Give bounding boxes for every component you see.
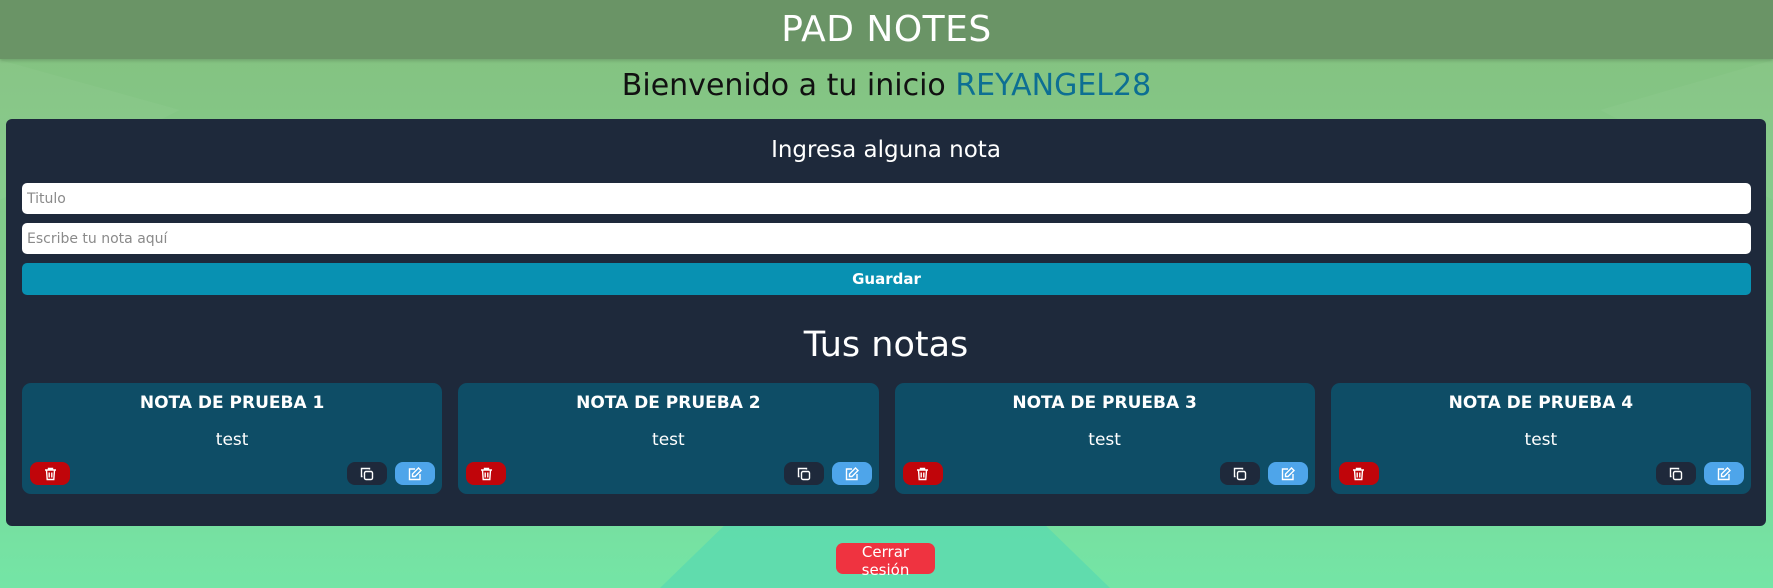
trash-icon: [1353, 467, 1365, 480]
copy-button[interactable]: [1656, 462, 1696, 485]
title-input[interactable]: [22, 183, 1751, 214]
edit-icon: [1717, 466, 1731, 480]
note-title: NOTA DE PRUEBA 2: [576, 393, 761, 413]
note-input[interactable]: [22, 223, 1751, 254]
edit-button[interactable]: [395, 462, 436, 485]
delete-button[interactable]: [466, 462, 507, 485]
copy-button[interactable]: [783, 462, 824, 485]
note-card: NOTA DE PRUEBA 4 test: [1330, 383, 1751, 494]
note-body: test: [1524, 430, 1558, 450]
edit-button[interactable]: [1267, 462, 1308, 485]
copy-button[interactable]: [1219, 462, 1260, 485]
note-card: NOTA DE PRUEBA 2 test: [458, 383, 879, 494]
notes-panel: Ingresa alguna nota Guardar Tus notas NO…: [6, 119, 1766, 526]
form-heading: Ingresa alguna nota: [771, 137, 1001, 163]
logout-button[interactable]: Cerrar sesión: [836, 543, 935, 579]
app-title: PAD NOTES: [781, 9, 992, 50]
edit-icon: [845, 466, 859, 480]
delete-button[interactable]: [1338, 462, 1379, 485]
note-body: test: [215, 430, 249, 450]
note-body: test: [1088, 430, 1121, 450]
welcome-text: Bienvenido a tu inicio: [621, 68, 946, 103]
trash-icon: [917, 467, 928, 480]
copy-icon: [1233, 467, 1246, 480]
note-body: test: [652, 430, 685, 450]
notes-list: NOTA DE PRUEBA 1 test NOTA DE PRUEBA 2 t…: [22, 383, 1751, 494]
edit-button[interactable]: [831, 462, 872, 485]
note-title: NOTA DE PRUEBA 1: [139, 393, 325, 413]
welcome-message: Bienvenido a tu inicio REYANGEL28: [0, 66, 1773, 106]
edit-icon: [409, 466, 423, 480]
save-button[interactable]: Guardar: [22, 263, 1751, 295]
notes-heading: Tus notas: [803, 325, 969, 365]
note-card: NOTA DE PRUEBA 3 test: [894, 383, 1315, 494]
delete-button[interactable]: [902, 462, 943, 485]
delete-button[interactable]: [30, 462, 70, 485]
edit-icon: [1281, 466, 1295, 480]
trash-icon: [44, 467, 56, 480]
note-card: NOTA DE PRUEBA 1 test: [22, 383, 443, 494]
app-header: PAD NOTES: [0, 0, 1773, 59]
copy-icon: [1669, 467, 1683, 480]
note-title: NOTA DE PRUEBA 4: [1448, 393, 1634, 413]
edit-button[interactable]: [1704, 462, 1744, 485]
note-title: NOTA DE PRUEBA 3: [1012, 393, 1197, 413]
copy-icon: [797, 467, 810, 480]
username: REYANGEL28: [955, 68, 1152, 103]
trash-icon: [480, 467, 492, 480]
copy-button[interactable]: [347, 462, 388, 485]
copy-icon: [361, 467, 374, 480]
